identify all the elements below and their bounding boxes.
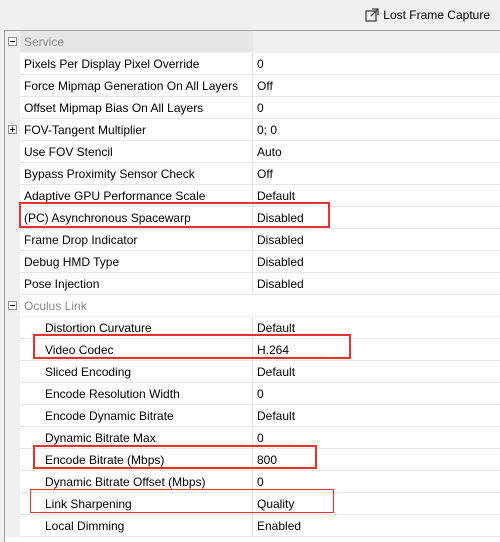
property-row[interactable]: Encode Resolution Width 0 [5,383,500,405]
property-row[interactable]: Dynamic Bitrate Max 0 [5,427,500,449]
property-name: Pose Injection [20,273,253,295]
property-name: Local Dimming [20,515,253,537]
property-name: Bypass Proximity Sensor Check [20,163,253,185]
property-value[interactable]: Disabled [253,229,500,251]
property-value[interactable]: Default [253,185,500,207]
property-value[interactable]: 0 [253,471,500,493]
category-label: Service [20,31,253,53]
collapse-service-icon[interactable] [8,37,17,46]
property-value[interactable]: 0 [253,53,500,75]
property-value[interactable]: 0 [253,383,500,405]
property-name: Video Codec [20,339,253,361]
property-row[interactable]: Use FOV Stencil Auto [5,141,500,163]
lost-frame-capture-button[interactable]: Lost Frame Capture [365,5,490,25]
property-row[interactable]: Encode Dynamic Bitrate Default [5,405,500,427]
property-value[interactable]: Disabled [253,251,500,273]
external-link-icon [365,8,379,22]
property-name: Frame Drop Indicator [20,229,253,251]
property-row[interactable]: Video Codec H.264 [5,339,500,361]
property-name: Pixels Per Display Pixel Override [20,53,253,75]
property-row[interactable]: FOV-Tangent Multiplier 0; 0 [5,119,500,141]
property-row[interactable]: Bypass Proximity Sensor Check Off [5,163,500,185]
property-name: Dynamic Bitrate Offset (Mbps) [20,471,253,493]
property-name: Dynamic Bitrate Max [20,427,253,449]
property-name: Encode Resolution Width [20,383,253,405]
property-name: Debug HMD Type [20,251,253,273]
property-name: Sliced Encoding [20,361,253,383]
property-value[interactable]: Enabled [253,515,500,537]
property-name: FOV-Tangent Multiplier [20,119,253,141]
property-name: Encode Dynamic Bitrate [20,405,253,427]
category-service[interactable]: Service [5,31,500,53]
property-value[interactable]: Disabled [253,273,500,295]
category-label: Oculus Link [20,295,253,317]
property-value[interactable]: Disabled [253,207,500,229]
property-row[interactable]: Dynamic Bitrate Offset (Mbps) 0 [5,471,500,493]
property-grid: Service Pixels Per Display Pixel Overrid… [4,30,500,542]
property-value[interactable]: 0 [253,427,500,449]
property-row[interactable]: Local Dimming Enabled [5,515,500,537]
property-value[interactable]: Auto [253,141,500,163]
property-row[interactable]: Distortion Curvature Default [5,317,500,339]
property-name: Distortion Curvature [20,317,253,339]
property-row[interactable]: Offset Mipmap Bias On All Layers 0 [5,97,500,119]
property-row[interactable]: Link Sharpening Quality [5,493,500,515]
toolbar: Lost Frame Capture [0,0,500,30]
property-value[interactable]: Off [253,163,500,185]
property-row[interactable]: Encode Bitrate (Mbps) 800 [5,449,500,471]
property-value[interactable]: Default [253,405,500,427]
property-name: Force Mipmap Generation On All Layers [20,75,253,97]
property-value[interactable]: H.264 [253,339,500,361]
property-row[interactable]: Sliced Encoding Default [5,361,500,383]
property-name: (PC) Asynchronous Spacewarp [20,207,253,229]
property-name: Adaptive GPU Performance Scale [20,185,253,207]
property-row[interactable]: Pixels Per Display Pixel Override 0 [5,53,500,75]
lost-frame-capture-label: Lost Frame Capture [383,8,490,22]
property-name: Offset Mipmap Bias On All Layers [20,97,253,119]
category-oculus-link[interactable]: Oculus Link [5,295,500,317]
property-name: Encode Bitrate (Mbps) [20,449,253,471]
property-value[interactable]: Off [253,75,500,97]
property-name: Use FOV Stencil [20,141,253,163]
property-row[interactable]: Frame Drop Indicator Disabled [5,229,500,251]
property-value[interactable]: 0; 0 [253,119,500,141]
property-row[interactable]: (PC) Asynchronous Spacewarp Disabled [5,207,500,229]
expand-fov-icon[interactable] [8,125,17,134]
collapse-oculus-link-icon[interactable] [8,301,17,310]
property-value[interactable]: Default [253,361,500,383]
property-value[interactable]: Quality [253,493,500,515]
property-row[interactable]: Force Mipmap Generation On All Layers Off [5,75,500,97]
property-value[interactable]: Default [253,317,500,339]
property-value[interactable]: 0 [253,97,500,119]
property-row[interactable]: Debug HMD Type Disabled [5,251,500,273]
property-name: Link Sharpening [20,493,253,515]
property-value[interactable]: 800 [253,449,500,471]
property-row[interactable]: Pose Injection Disabled [5,273,500,295]
property-row[interactable]: Adaptive GPU Performance Scale Default [5,185,500,207]
